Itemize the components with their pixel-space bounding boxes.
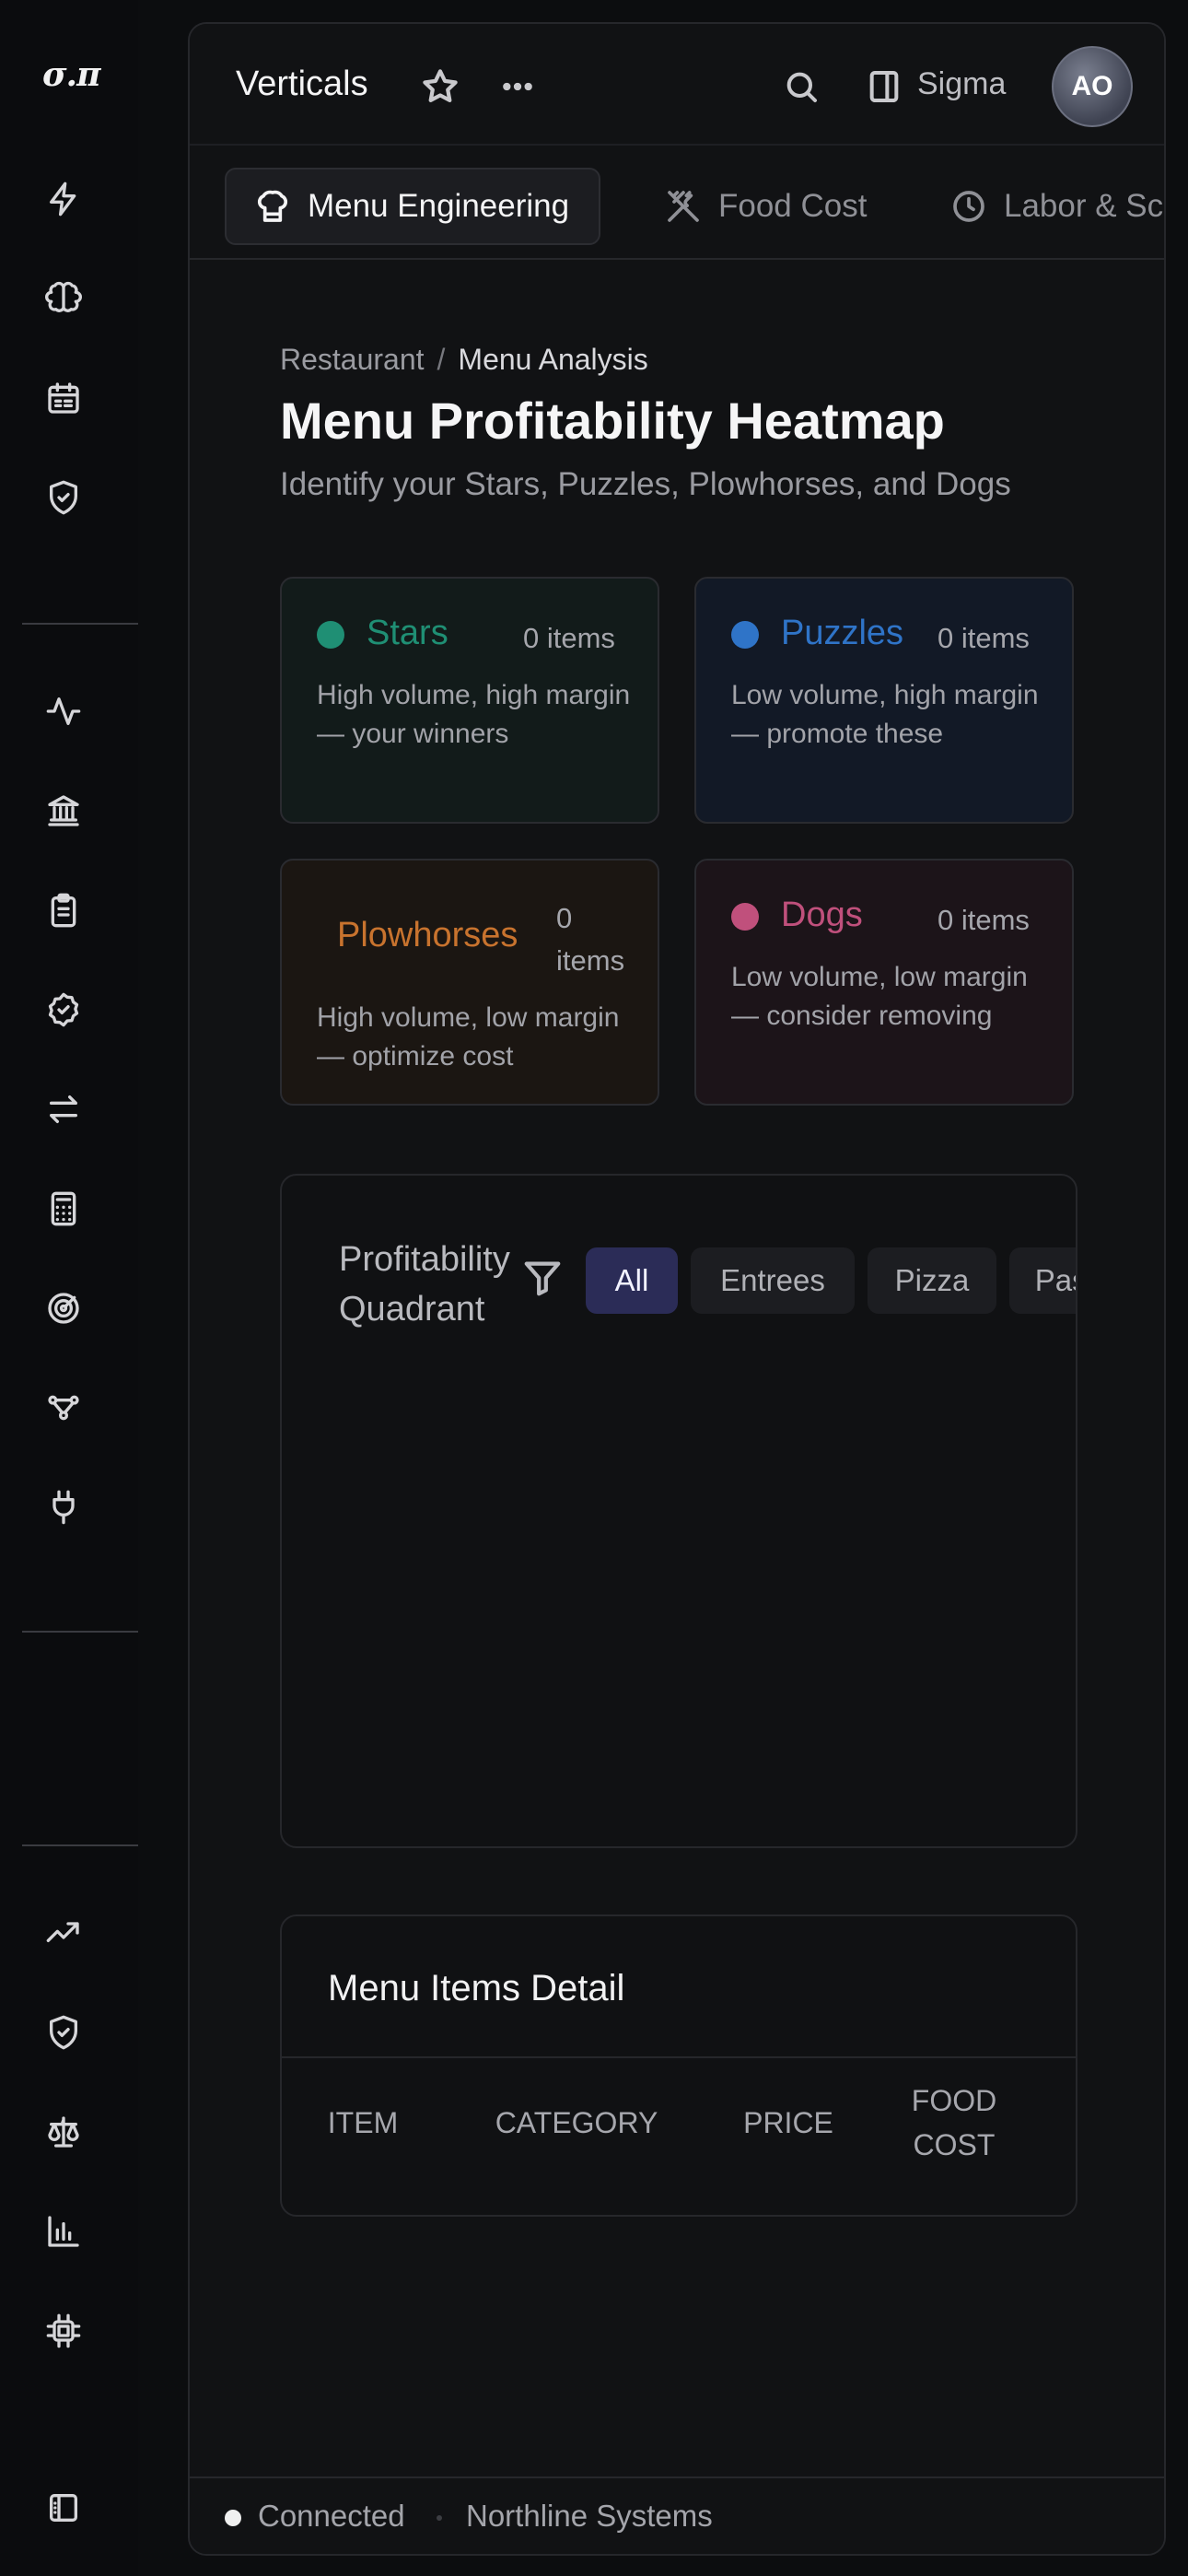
app-logo[interactable]: σ.π xyxy=(42,55,118,98)
breadcrumb: Restaurant / Menu Analysis xyxy=(280,343,648,377)
app-title: Verticals xyxy=(236,64,368,103)
quadrant-name: Plowhorses xyxy=(337,916,518,954)
scale-icon[interactable] xyxy=(40,2108,87,2156)
calendar-icon[interactable] xyxy=(40,374,87,422)
calculator-icon[interactable] xyxy=(40,1185,87,1233)
vertical-tabs: Menu Engineering Food Cost Labor & Sc xyxy=(190,144,1164,260)
main-window: Verticals Sigma AO Menu Engineering Food… xyxy=(188,22,1166,2556)
target-icon[interactable] xyxy=(40,1284,87,1332)
activity-icon[interactable] xyxy=(40,687,87,735)
filter-chip-all[interactable]: All xyxy=(586,1247,678,1314)
panel-title: Profitability Quadrant xyxy=(339,1240,510,1329)
tab-labor-scheduling[interactable]: Labor & Sc xyxy=(950,168,1163,245)
cpu-icon[interactable] xyxy=(40,2307,87,2355)
rail-divider xyxy=(22,1631,138,1633)
filter-chip-entrees[interactable]: Entrees xyxy=(691,1247,855,1314)
tab-label: Labor & Sc xyxy=(1004,188,1164,224)
column-header-item[interactable]: ITEM xyxy=(308,2101,418,2145)
sidebar-toggle-icon[interactable] xyxy=(860,63,908,111)
quadrant-description: Low volume, high margin — promote these xyxy=(731,680,1039,749)
icon-rail: σ.π xyxy=(0,0,138,2576)
quadrant-name: Puzzles xyxy=(781,614,904,652)
quadrant-card-stars[interactable]: Stars 0 items High volume, high margin —… xyxy=(280,577,659,824)
menu-items-table: Menu Items Detail ITEM CATEGORY PRICE FO… xyxy=(280,1914,1077,2217)
table-title: Menu Items Detail xyxy=(328,1968,625,2008)
tab-label: Food Cost xyxy=(718,188,868,224)
quadrant-name: Dogs xyxy=(781,896,863,934)
quadrant-card-plowhorses[interactable]: Plowhorses 0 items High volume, low marg… xyxy=(280,859,659,1106)
breadcrumb-parent[interactable]: Restaurant xyxy=(280,343,425,376)
plug-icon[interactable] xyxy=(40,1483,87,1531)
connection-indicator xyxy=(225,2510,241,2526)
breadcrumb-current: Menu Analysis xyxy=(458,343,648,376)
bank-icon[interactable] xyxy=(40,787,87,835)
shield-check-icon[interactable] xyxy=(40,474,87,521)
quadrant-count-unit: items xyxy=(556,944,625,977)
badge-check-icon[interactable] xyxy=(40,986,87,1034)
brain-icon[interactable] xyxy=(40,275,87,322)
status-dot xyxy=(317,621,344,649)
quadrant-count: 0 items xyxy=(523,622,615,654)
quadrant-description: High volume, low margin — optimize cost xyxy=(317,1002,620,1071)
rail-divider xyxy=(22,623,138,625)
quadrant-card-puzzles[interactable]: Puzzles 0 items Low volume, high margin … xyxy=(694,577,1074,824)
status-bar: Connected Northline Systems xyxy=(190,2476,1164,2554)
filter-chip-pizza[interactable]: Pizza xyxy=(868,1247,996,1314)
quadrant-count: 0 items xyxy=(938,904,1030,936)
rail-divider xyxy=(22,1844,138,1846)
status-dot xyxy=(731,621,759,649)
filter-chip-pasta[interactable]: Pasta xyxy=(1009,1247,1076,1314)
quadrant-description: Low volume, low margin — consider removi… xyxy=(731,962,1028,1031)
sigma-button[interactable]: Sigma xyxy=(917,66,1006,102)
page-title: Menu Profitability Heatmap xyxy=(280,392,945,450)
star-icon[interactable] xyxy=(416,63,464,111)
avatar[interactable]: AO xyxy=(1052,46,1133,127)
organization-name: Northline Systems xyxy=(466,2499,713,2533)
quadrant-name: Stars xyxy=(367,614,448,652)
column-header-category[interactable]: CATEGORY xyxy=(466,2101,687,2145)
search-icon[interactable] xyxy=(777,63,825,111)
page-subtitle: Identify your Stars, Puzzles, Plowhorses… xyxy=(280,466,1011,502)
separator-dot xyxy=(437,2515,442,2521)
divider xyxy=(282,2056,1076,2058)
tab-food-cost[interactable]: Food Cost xyxy=(665,168,867,245)
chef-hat-icon xyxy=(257,190,288,222)
quadrant-description: High volume, high margin — your winners xyxy=(317,680,631,749)
profitability-quadrant-panel: Profitability Quadrant All Entrees Pizza… xyxy=(280,1174,1077,1848)
status-dot xyxy=(731,903,759,931)
breadcrumb-separator: / xyxy=(437,343,446,376)
workflow-icon[interactable] xyxy=(40,1384,87,1432)
shield-check-icon[interactable] xyxy=(40,2008,87,2056)
more-options-icon[interactable] xyxy=(494,63,542,111)
utensils-crossed-icon xyxy=(668,191,699,222)
quadrant-count: 0 items xyxy=(938,622,1030,654)
top-bar: Verticals Sigma AO xyxy=(190,24,1164,144)
trending-up-icon[interactable] xyxy=(40,1909,87,1957)
clock-icon xyxy=(953,191,984,222)
quadrant-card-dogs[interactable]: Dogs 0 items Low volume, low margin — co… xyxy=(694,859,1074,1106)
tab-label: Menu Engineering xyxy=(308,188,570,224)
filter-icon[interactable] xyxy=(521,1257,565,1301)
quadrant-count: 0 xyxy=(556,902,573,934)
panel-icon[interactable] xyxy=(40,2484,87,2532)
arrows-left-right-icon[interactable] xyxy=(40,1085,87,1133)
connection-status: Connected xyxy=(258,2499,405,2533)
lightning-icon[interactable] xyxy=(40,175,87,223)
bar-chart-icon[interactable] xyxy=(40,2207,87,2255)
column-header-price[interactable]: PRICE xyxy=(724,2101,853,2145)
column-header-food-cost[interactable]: FOOD COST xyxy=(890,2078,1019,2167)
tab-menu-engineering[interactable]: Menu Engineering xyxy=(225,168,601,245)
clipboard-icon[interactable] xyxy=(40,886,87,934)
